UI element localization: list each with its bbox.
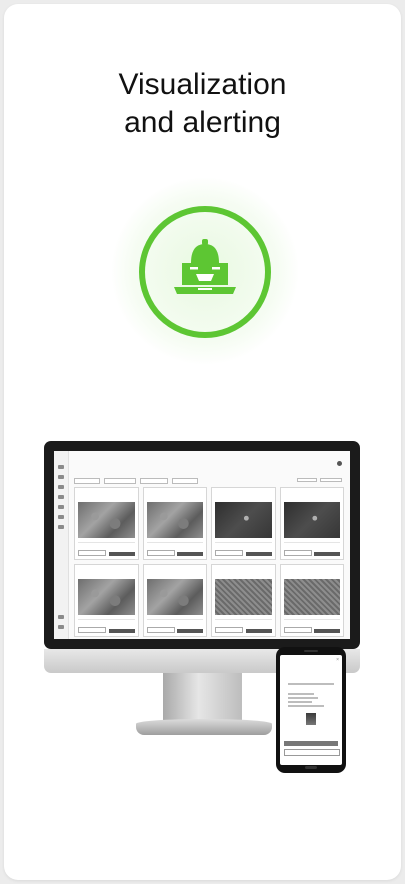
tile-meta (283, 542, 340, 549)
tile-secondary-button[interactable] (78, 550, 106, 556)
tile-meta (215, 542, 272, 549)
tile-primary-button[interactable] (314, 629, 340, 633)
alert-detail-line (288, 697, 318, 699)
tile-primary-button[interactable] (245, 629, 272, 633)
monitor-screen (54, 451, 350, 639)
tile-meta (78, 619, 135, 626)
camera-tile-grid (74, 487, 344, 637)
tile-primary-button[interactable] (108, 629, 135, 633)
dashboard-tabs (74, 478, 198, 484)
camera-tile[interactable] (142, 487, 207, 560)
camera-tile[interactable] (74, 564, 139, 637)
camera-tile[interactable] (279, 487, 344, 560)
phone-home-bar (305, 766, 317, 769)
dashboard-filter (320, 478, 342, 482)
tile-primary-button[interactable] (245, 552, 272, 556)
camera-image (215, 579, 272, 615)
sidebar-icon (58, 505, 64, 509)
camera-image (283, 579, 340, 615)
sidebar-icon (58, 525, 64, 529)
camera-image (283, 502, 340, 538)
dashboard-tab (74, 478, 100, 484)
alert-detail-line (288, 705, 324, 707)
desktop-monitor (44, 441, 360, 649)
tile-meta (283, 619, 340, 626)
camera-image (78, 502, 135, 538)
sidebar-icon (58, 515, 64, 519)
sidebar-icon (58, 485, 64, 489)
camera-tile[interactable] (142, 564, 207, 637)
dashboard-tab (104, 478, 136, 484)
tile-secondary-button[interactable] (78, 627, 106, 633)
sidebar-icon (58, 465, 64, 469)
tile-primary-button[interactable] (177, 552, 203, 556)
sidebar-icon (58, 625, 64, 629)
phone-notch (304, 650, 318, 652)
avatar (337, 461, 342, 466)
phone-screen: × (280, 655, 342, 765)
dashboard-filters (297, 478, 342, 482)
tile-primary-button[interactable] (177, 629, 203, 633)
tile-meta (146, 542, 203, 549)
alert-primary-button[interactable] (284, 741, 338, 746)
sidebar-icon (58, 475, 64, 479)
monitor-stand-base (136, 719, 272, 735)
tile-secondary-button[interactable] (283, 627, 312, 633)
alert-heading-text (288, 683, 334, 685)
tile-secondary-button[interactable] (146, 550, 175, 556)
tile-meta (146, 619, 203, 626)
dashboard-sidebar (54, 451, 69, 639)
title-line-1: Visualization (118, 68, 287, 101)
camera-tile[interactable] (211, 487, 276, 560)
alarm-bell-icon (139, 206, 271, 338)
camera-tile[interactable] (74, 487, 139, 560)
close-icon: × (336, 657, 339, 663)
sidebar-icon (58, 615, 64, 619)
camera-image (78, 579, 135, 615)
tile-secondary-button[interactable] (215, 550, 243, 556)
camera-image (146, 502, 203, 538)
tile-meta (215, 619, 272, 626)
camera-image (146, 579, 203, 615)
camera-image (215, 502, 272, 538)
alert-detail-line (288, 693, 314, 695)
mobile-phone: × (276, 647, 346, 773)
alert-secondary-button[interactable] (284, 749, 340, 756)
title-line-2: and alerting (124, 106, 281, 139)
feature-title: Visualization and alerting (0, 66, 405, 142)
alert-snapshot (306, 713, 316, 725)
tile-secondary-button[interactable] (283, 550, 312, 556)
tile-secondary-button[interactable] (215, 627, 243, 633)
camera-tile[interactable] (279, 564, 344, 637)
tile-primary-button[interactable] (314, 552, 340, 556)
dashboard-tab (172, 478, 198, 484)
dashboard-header (74, 460, 344, 474)
tile-primary-button[interactable] (108, 552, 135, 556)
camera-tile[interactable] (211, 564, 276, 637)
dashboard-tab (140, 478, 168, 484)
alert-detail-line (288, 701, 312, 703)
sidebar-icon (58, 495, 64, 499)
dashboard-filter (297, 478, 317, 482)
tile-secondary-button[interactable] (146, 627, 175, 633)
tile-meta (78, 542, 135, 549)
user-chip (337, 461, 344, 466)
